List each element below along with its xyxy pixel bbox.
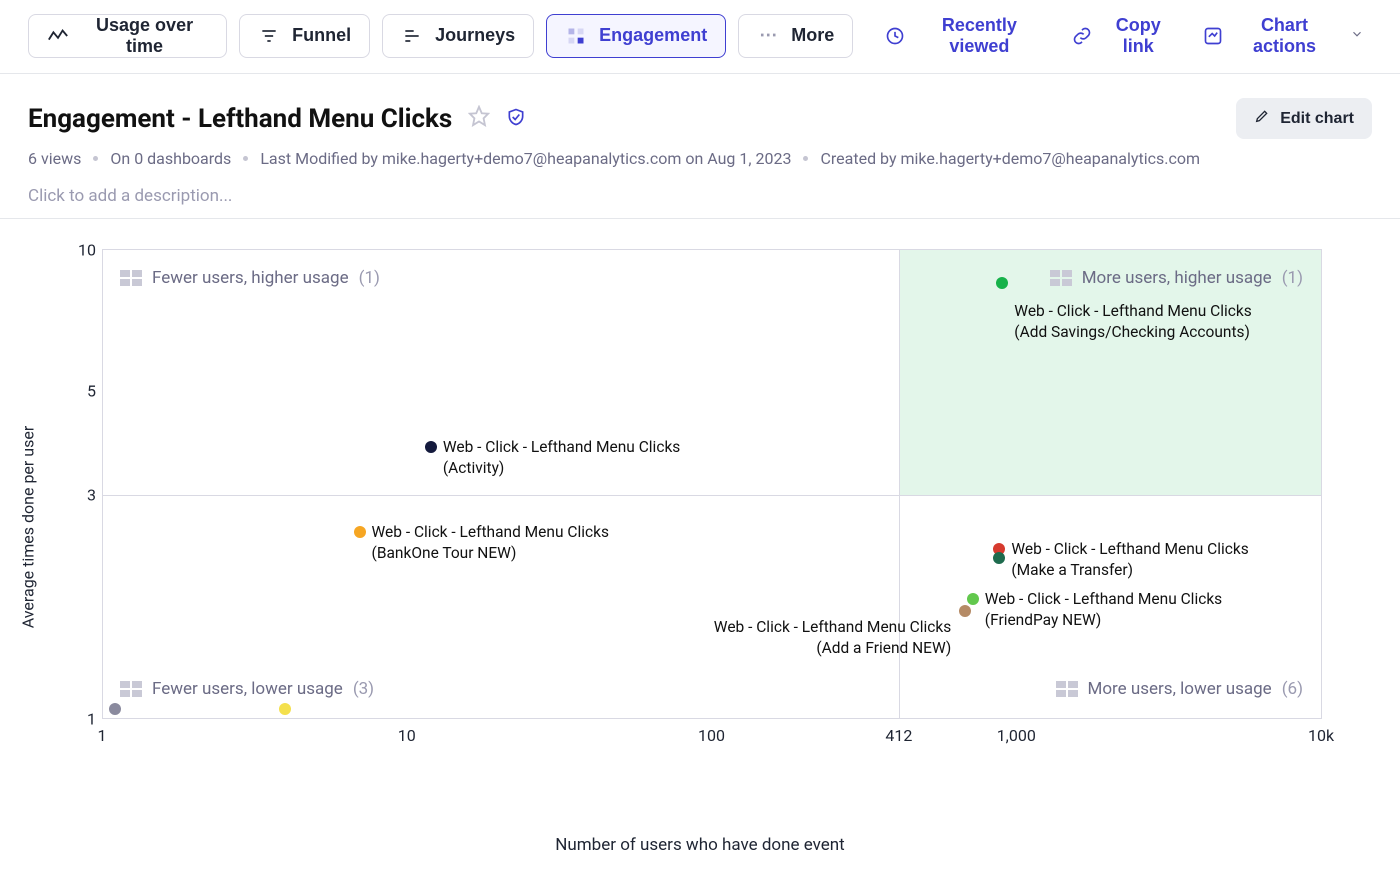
chart-actions-icon (1203, 26, 1223, 46)
data-point-label: Web - Click - Lefthand Menu Clicks(Add a… (714, 617, 951, 659)
shield-icon[interactable] (506, 107, 526, 131)
data-point[interactable] (109, 703, 121, 715)
quadrant-label: More users, higher usage (1) (1050, 268, 1303, 288)
x-tick: 412 (885, 726, 912, 745)
data-point[interactable] (354, 526, 366, 538)
pencil-icon (1254, 108, 1270, 129)
copy-link-label: Copy link (1102, 15, 1175, 57)
tab-label: Engagement (599, 25, 707, 46)
line-chart-icon (47, 25, 69, 47)
link-icon (1072, 26, 1092, 46)
engagement-icon (565, 25, 587, 47)
quadrant-icon (120, 270, 142, 286)
dashboards-count: On 0 dashboards (110, 149, 231, 168)
y-axis-label: Average times done per user (19, 426, 38, 629)
data-point-label: Web - Click - Lefthand Menu Clicks(BankO… (372, 522, 609, 564)
y-tick: 1 (66, 710, 96, 729)
tab-journeys[interactable]: Journeys (382, 14, 534, 58)
x-tick: 1,000 (997, 726, 1036, 745)
x-tick: 10 (398, 726, 416, 745)
data-point[interactable] (993, 552, 1005, 564)
funnel-icon (258, 25, 280, 47)
tab-usage-over-time[interactable]: Usage over time (28, 14, 227, 58)
chart-actions-label: Chart actions (1233, 15, 1336, 57)
y-tick: 3 (66, 486, 96, 505)
chevron-down-icon (1350, 25, 1364, 46)
tab-funnel[interactable]: Funnel (239, 14, 370, 58)
quadrant-text: More users, higher usage (1082, 268, 1272, 288)
recently-viewed-label: Recently viewed (915, 15, 1043, 57)
h-split-line (102, 495, 1321, 496)
chart-header: Engagement - Lefthand Menu Clicks Edit c… (0, 74, 1400, 219)
quadrant-icon (120, 681, 142, 697)
description-placeholder[interactable]: Click to add a description... (28, 186, 1372, 206)
separator-dot (93, 156, 98, 161)
quadrant-count: (3) (353, 679, 374, 699)
chart-actions-button[interactable]: Chart actions (1195, 14, 1372, 58)
meta-row: 6 views On 0 dashboards Last Modified by… (28, 149, 1372, 168)
tab-label: Funnel (292, 25, 351, 46)
quadrant-icon (1056, 681, 1078, 697)
x-tick: 10k (1308, 726, 1334, 745)
data-point-label: Web - Click - Lefthand Menu Clicks(Make … (1011, 539, 1248, 581)
quadrant-label: Fewer users, lower usage (3) (120, 679, 374, 699)
quadrant-count: (1) (359, 268, 380, 288)
scatter-plot[interactable]: 135101101004121,00010kFewer users, highe… (102, 249, 1322, 719)
recently-viewed-button[interactable]: Recently viewed (877, 14, 1051, 58)
edit-chart-label: Edit chart (1280, 110, 1354, 128)
page-title: Engagement - Lefthand Menu Clicks (28, 104, 452, 134)
quadrant-text: Fewer users, lower usage (152, 679, 343, 699)
data-point-label: Web - Click - Lefthand Menu Clicks(Frien… (985, 589, 1222, 631)
data-point[interactable] (967, 593, 979, 605)
quadrant-text: More users, lower usage (1088, 679, 1272, 699)
data-point[interactable] (996, 277, 1008, 289)
star-icon[interactable] (468, 105, 490, 133)
quadrant-label: Fewer users, higher usage (1) (120, 268, 380, 288)
tab-label: More (791, 25, 834, 46)
tab-more[interactable]: ⋯ More (738, 14, 853, 58)
x-tick: 100 (698, 726, 725, 745)
tab-label: Usage over time (81, 15, 208, 57)
edit-chart-button[interactable]: Edit chart (1236, 98, 1372, 139)
tab-label: Journeys (435, 25, 515, 46)
y-tick: 5 (66, 382, 96, 401)
tab-engagement[interactable]: Engagement (546, 14, 726, 58)
copy-link-button[interactable]: Copy link (1064, 14, 1183, 58)
x-tick: 1 (98, 726, 107, 745)
quadrant-count: (6) (1282, 679, 1303, 699)
data-point[interactable] (425, 441, 437, 453)
x-axis-label: Number of users who have done event (555, 835, 844, 855)
quadrant-count: (1) (1282, 268, 1303, 288)
toolbar: Usage over time Funnel Journeys Engageme… (0, 0, 1400, 74)
clock-icon (885, 26, 905, 46)
y-tick: 10 (66, 241, 96, 260)
created-by: Created by mike.hagerty+demo7@heapanalyt… (820, 149, 1200, 168)
data-point-label: Web - Click - Lefthand Menu Clicks(Activ… (443, 437, 680, 479)
quadrant-label: More users, lower usage (6) (1056, 679, 1303, 699)
separator-dot (803, 156, 808, 161)
separator-dot (243, 156, 248, 161)
views-count: 6 views (28, 149, 81, 168)
quadrant-text: Fewer users, higher usage (152, 268, 349, 288)
quadrant-icon (1050, 270, 1072, 286)
last-modified: Last Modified by mike.hagerty+demo7@heap… (260, 149, 791, 168)
more-icon: ⋯ (757, 25, 779, 47)
journeys-icon (401, 25, 423, 47)
data-point[interactable] (279, 703, 291, 715)
data-point[interactable] (959, 605, 971, 617)
chart-area: Average times done per user 135101101004… (0, 219, 1400, 835)
data-point-label: Web - Click - Lefthand Menu Clicks(Add S… (1014, 301, 1251, 343)
